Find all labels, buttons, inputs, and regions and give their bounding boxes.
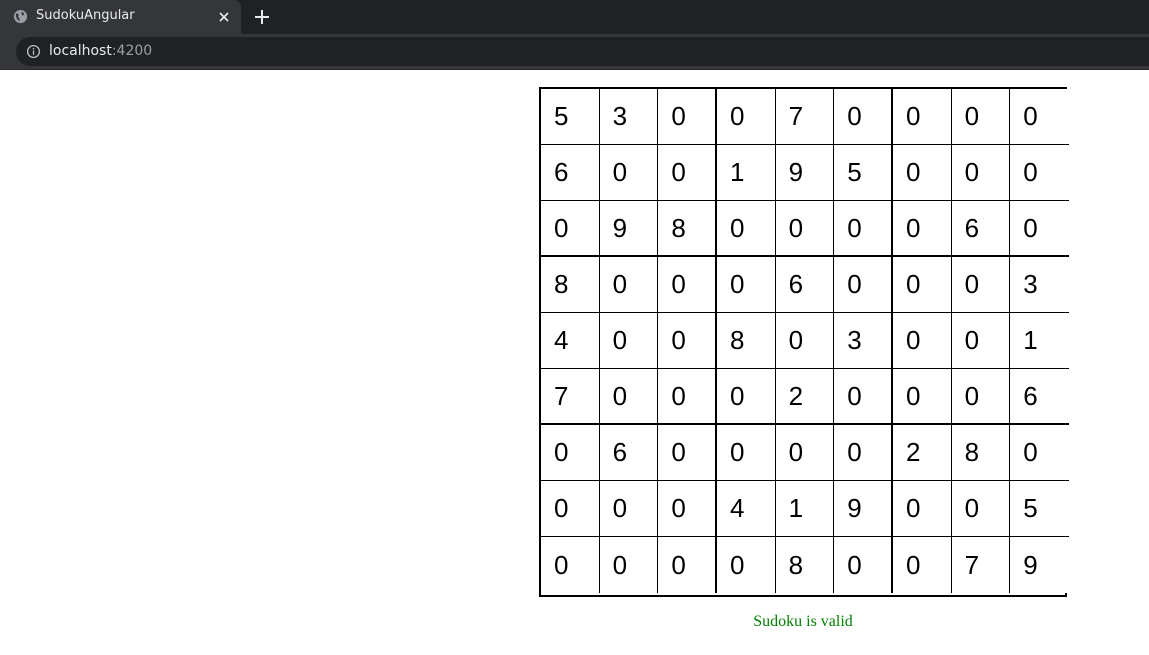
- sudoku-cell[interactable]: 0: [658, 89, 717, 145]
- sudoku-cell[interactable]: 9: [1010, 537, 1069, 593]
- page-content: 5300700006001950000980000608000600034008…: [0, 70, 1149, 655]
- sudoku-cell[interactable]: 0: [541, 481, 600, 537]
- sudoku-cell[interactable]: 6: [541, 145, 600, 201]
- sudoku-cell[interactable]: 0: [951, 369, 1011, 425]
- url-host: localhost: [49, 43, 112, 59]
- sudoku-cell[interactable]: 7: [775, 89, 835, 145]
- validation-status: Sudoku is valid: [753, 613, 853, 630]
- sudoku-cell[interactable]: 0: [775, 425, 835, 481]
- sudoku-board: 5300700006001950000980000608000600034008…: [539, 87, 1069, 597]
- sudoku-cell[interactable]: 0: [951, 481, 1011, 537]
- sudoku-cell[interactable]: 0: [658, 537, 717, 593]
- sudoku-cell[interactable]: 0: [892, 481, 952, 537]
- sudoku-cell[interactable]: 0: [1010, 201, 1069, 257]
- sudoku-cell[interactable]: 0: [1010, 89, 1069, 145]
- sudoku-cell[interactable]: 9: [834, 481, 893, 537]
- sudoku-cell[interactable]: 0: [716, 201, 776, 257]
- sudoku-cell[interactable]: 0: [892, 89, 952, 145]
- sudoku-cell[interactable]: 0: [658, 369, 717, 425]
- sudoku-cell[interactable]: 0: [892, 145, 952, 201]
- sudoku-cell[interactable]: 0: [1010, 425, 1069, 481]
- sudoku-cell[interactable]: 8: [775, 537, 835, 593]
- sudoku-cell[interactable]: 5: [1010, 481, 1069, 537]
- sudoku-cell[interactable]: 0: [541, 201, 600, 257]
- sudoku-cell[interactable]: 0: [892, 369, 952, 425]
- sudoku-cell[interactable]: 0: [892, 201, 952, 257]
- sudoku-cell[interactable]: 0: [892, 257, 952, 313]
- browser-tabstrip: SudokuAngular: [0, 0, 1149, 34]
- browser-tab[interactable]: SudokuAngular: [0, 0, 241, 34]
- globe-icon: [13, 9, 28, 24]
- sudoku-cell[interactable]: 0: [716, 89, 776, 145]
- sudoku-cell[interactable]: 6: [1010, 369, 1069, 425]
- sudoku-cell[interactable]: 8: [541, 257, 600, 313]
- sudoku-cell[interactable]: 0: [834, 537, 893, 593]
- sudoku-cell[interactable]: 5: [541, 89, 600, 145]
- sudoku-cell[interactable]: 0: [951, 89, 1011, 145]
- url-port: :4200: [111, 43, 153, 59]
- sudoku-cell[interactable]: 0: [834, 257, 893, 313]
- sudoku-cell[interactable]: 0: [716, 257, 776, 313]
- sudoku-cell[interactable]: 5: [834, 145, 893, 201]
- sudoku-cell[interactable]: 0: [716, 425, 776, 481]
- address-bar[interactable]: localhost:4200: [16, 37, 1149, 66]
- sudoku-cell[interactable]: 1: [716, 145, 776, 201]
- browser-toolbar: localhost:4200: [0, 34, 1149, 70]
- new-tab-icon[interactable]: [253, 8, 271, 26]
- sudoku-cell[interactable]: 0: [599, 257, 659, 313]
- sudoku-cell[interactable]: 0: [834, 425, 893, 481]
- sudoku-cell[interactable]: 0: [658, 425, 717, 481]
- sudoku-cell[interactable]: 6: [775, 257, 835, 313]
- sudoku-cell[interactable]: 0: [775, 201, 835, 257]
- sudoku-cell[interactable]: 0: [541, 425, 600, 481]
- sudoku-cell[interactable]: 8: [716, 313, 776, 369]
- sudoku-cell[interactable]: 0: [951, 257, 1011, 313]
- sudoku-cell[interactable]: 0: [951, 313, 1011, 369]
- sudoku-cell[interactable]: 7: [951, 537, 1011, 593]
- sudoku-cell[interactable]: 0: [599, 145, 659, 201]
- sudoku-cell[interactable]: 0: [892, 537, 952, 593]
- sudoku-cell[interactable]: 0: [541, 537, 600, 593]
- sudoku-cell[interactable]: 4: [541, 313, 600, 369]
- sudoku-cell[interactable]: 9: [599, 201, 659, 257]
- url-text[interactable]: localhost:4200: [49, 43, 152, 59]
- sudoku-cell[interactable]: 0: [834, 201, 893, 257]
- sudoku-cell[interactable]: 6: [951, 201, 1011, 257]
- sudoku-cell[interactable]: 0: [658, 145, 717, 201]
- info-icon[interactable]: [26, 44, 41, 59]
- sudoku-cell[interactable]: 1: [775, 481, 835, 537]
- sudoku-cell[interactable]: 3: [1010, 257, 1069, 313]
- sudoku-cell[interactable]: 0: [716, 369, 776, 425]
- sudoku-cell[interactable]: 0: [834, 369, 893, 425]
- tab-title: SudokuAngular: [36, 8, 135, 23]
- sudoku-cell[interactable]: 0: [716, 537, 776, 593]
- sudoku-cell[interactable]: 9: [775, 145, 835, 201]
- sudoku-cell[interactable]: 0: [658, 313, 717, 369]
- sudoku-cell[interactable]: 0: [599, 369, 659, 425]
- sudoku-cell[interactable]: 7: [541, 369, 600, 425]
- sudoku-cell[interactable]: 2: [892, 425, 952, 481]
- sudoku-cell[interactable]: 0: [892, 313, 952, 369]
- sudoku-cell[interactable]: 4: [716, 481, 776, 537]
- sudoku-cell[interactable]: 0: [599, 313, 659, 369]
- close-icon[interactable]: [216, 9, 232, 25]
- sudoku-cell[interactable]: 3: [599, 89, 659, 145]
- sudoku-cell[interactable]: 0: [1010, 145, 1069, 201]
- sudoku-cell[interactable]: 8: [658, 201, 717, 257]
- sudoku-cell[interactable]: 1: [1010, 313, 1069, 369]
- sudoku-cell[interactable]: 6: [599, 425, 659, 481]
- sudoku-cell[interactable]: 3: [834, 313, 893, 369]
- sudoku-cell[interactable]: 0: [599, 481, 659, 537]
- sudoku-cell[interactable]: 0: [951, 145, 1011, 201]
- sudoku-cell[interactable]: 0: [658, 481, 717, 537]
- sudoku-cell[interactable]: 0: [834, 89, 893, 145]
- sudoku-cell[interactable]: 0: [775, 313, 835, 369]
- sudoku-cell[interactable]: 8: [951, 425, 1011, 481]
- sudoku-cell[interactable]: 2: [775, 369, 835, 425]
- sudoku-cell[interactable]: 0: [658, 257, 717, 313]
- sudoku-cell[interactable]: 0: [599, 537, 659, 593]
